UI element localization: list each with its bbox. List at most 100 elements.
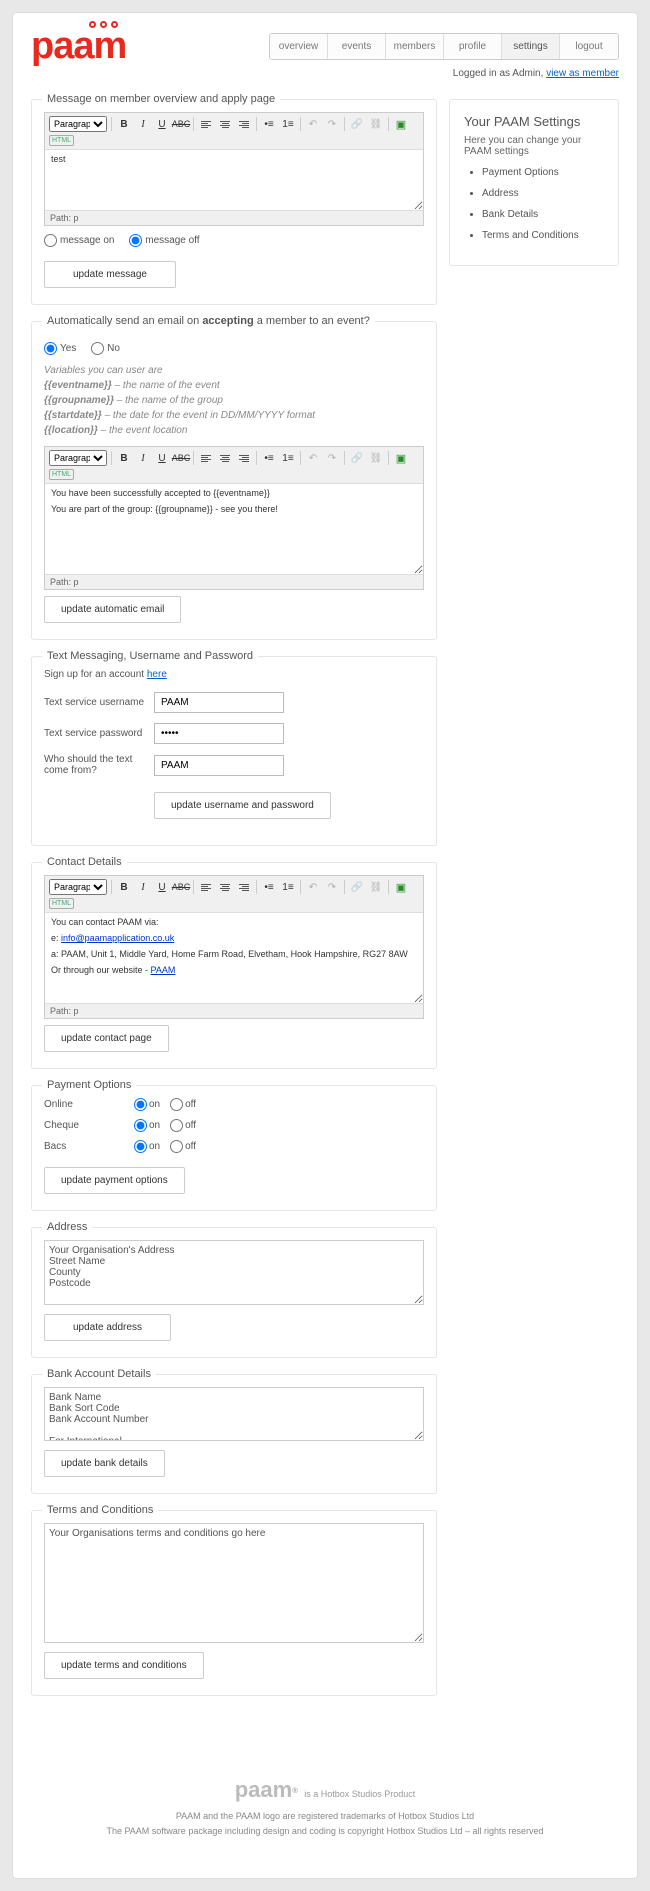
section-payment-options: Payment Options Online on off Cheque on … — [31, 1085, 437, 1211]
online-on-radio[interactable]: on — [134, 1098, 160, 1111]
section-auto-email: Automatically send an email on accepting… — [31, 321, 437, 640]
sidebar-item-bank[interactable]: Bank Details — [482, 209, 604, 220]
italic-icon[interactable]: I — [135, 116, 151, 132]
align-left-icon[interactable] — [198, 116, 214, 132]
text-username-input[interactable] — [154, 692, 284, 713]
bank-textarea[interactable]: Bank Name Bank Sort Code Bank Account Nu… — [44, 1387, 424, 1441]
auto-email-yes-radio[interactable]: Yes — [44, 343, 76, 354]
update-bank-button[interactable]: update bank details — [44, 1450, 165, 1477]
message-on-radio[interactable]: message on — [44, 235, 114, 246]
align-center-icon[interactable] — [217, 116, 233, 132]
underline-icon[interactable]: U — [154, 879, 170, 895]
bold-icon[interactable]: B — [116, 450, 132, 466]
ol-icon[interactable]: 1≡ — [280, 879, 296, 895]
update-contact-button[interactable]: update contact page — [44, 1025, 169, 1052]
editor-body[interactable]: You can contact PAAM via: e: info@paamap… — [45, 913, 423, 1003]
redo-icon[interactable]: ↷ — [324, 116, 340, 132]
editor-body[interactable]: test — [45, 150, 423, 210]
italic-icon[interactable]: I — [135, 879, 151, 895]
section-text-messaging: Text Messaging, Username and Password Si… — [31, 656, 437, 846]
address-textarea[interactable]: Your Organisation's Address Street Name … — [44, 1240, 424, 1305]
sidebar-item-payment[interactable]: Payment Options — [482, 167, 604, 178]
align-center-icon[interactable] — [217, 450, 233, 466]
unlink-icon[interactable]: ⛓ — [368, 879, 384, 895]
online-off-radio[interactable]: off — [170, 1098, 196, 1111]
bold-icon[interactable]: B — [116, 879, 132, 895]
format-select[interactable]: Paragraph — [49, 116, 107, 132]
strike-icon[interactable]: ABC — [173, 450, 189, 466]
sidebar-item-address[interactable]: Address — [482, 188, 604, 199]
undo-icon[interactable]: ↶ — [305, 879, 321, 895]
unlink-icon[interactable]: ⛓ — [368, 450, 384, 466]
underline-icon[interactable]: U — [154, 116, 170, 132]
cheque-off-radio[interactable]: off — [170, 1119, 196, 1132]
update-username-password-button[interactable]: update username and password — [154, 792, 331, 819]
signup-text: Sign up for an account here — [44, 669, 424, 680]
cheque-on-radio[interactable]: on — [134, 1119, 160, 1132]
strike-icon[interactable]: ABC — [173, 116, 189, 132]
terms-textarea[interactable]: Your Organisations terms and conditions … — [44, 1523, 424, 1643]
link-icon[interactable]: 🔗 — [349, 450, 365, 466]
text-from-input[interactable] — [154, 755, 284, 776]
ul-icon[interactable]: •≡ — [261, 879, 277, 895]
sidebar-item-terms[interactable]: Terms and Conditions — [482, 230, 604, 241]
align-left-icon[interactable] — [198, 450, 214, 466]
align-center-icon[interactable] — [217, 879, 233, 895]
html-icon[interactable]: HTML — [49, 898, 74, 909]
undo-icon[interactable]: ↶ — [305, 450, 321, 466]
nav-logout[interactable]: logout — [560, 34, 618, 59]
ol-icon[interactable]: 1≡ — [280, 116, 296, 132]
align-right-icon[interactable] — [236, 879, 252, 895]
logo: paam — [31, 27, 126, 65]
auto-email-no-radio[interactable]: No — [91, 343, 120, 354]
unlink-icon[interactable]: ⛓ — [368, 116, 384, 132]
link-icon[interactable]: 🔗 — [349, 879, 365, 895]
update-message-button[interactable]: update message — [44, 261, 176, 288]
section-address: Address Your Organisation's Address Stre… — [31, 1227, 437, 1358]
legend: Message on member overview and apply pag… — [42, 93, 280, 105]
ul-icon[interactable]: •≡ — [261, 450, 277, 466]
align-right-icon[interactable] — [236, 116, 252, 132]
align-right-icon[interactable] — [236, 450, 252, 466]
format-select[interactable]: Paragraph — [49, 450, 107, 466]
redo-icon[interactable]: ↷ — [324, 879, 340, 895]
bacs-on-radio[interactable]: on — [134, 1140, 160, 1153]
image-icon[interactable]: ▣ — [393, 450, 409, 466]
bold-icon[interactable]: B — [116, 116, 132, 132]
nav-profile[interactable]: profile — [444, 34, 502, 59]
label-password: Text service password — [44, 728, 154, 739]
text-password-input[interactable] — [154, 723, 284, 744]
image-icon[interactable]: ▣ — [393, 116, 409, 132]
nav-settings[interactable]: settings — [502, 34, 560, 59]
message-off-radio[interactable]: message off — [129, 235, 199, 246]
html-icon[interactable]: HTML — [49, 469, 74, 480]
nav-events[interactable]: events — [328, 34, 386, 59]
undo-icon[interactable]: ↶ — [305, 116, 321, 132]
sidebar-desc: Here you can change your PAAM settings — [464, 135, 604, 157]
underline-icon[interactable]: U — [154, 450, 170, 466]
strike-icon[interactable]: ABC — [173, 879, 189, 895]
link-icon[interactable]: 🔗 — [349, 116, 365, 132]
update-payment-button[interactable]: update payment options — [44, 1167, 185, 1194]
nav-overview[interactable]: overview — [270, 34, 328, 59]
editor-body[interactable]: You have been successfully accepted to {… — [45, 484, 423, 574]
italic-icon[interactable]: I — [135, 450, 151, 466]
nav-members[interactable]: members — [386, 34, 444, 59]
login-info: Logged in as Admin, view as member — [269, 68, 619, 79]
update-address-button[interactable]: update address — [44, 1314, 171, 1341]
html-icon[interactable]: HTML — [49, 135, 74, 146]
format-select[interactable]: Paragraph — [49, 879, 107, 895]
bacs-off-radio[interactable]: off — [170, 1140, 196, 1153]
align-left-icon[interactable] — [198, 879, 214, 895]
editor-path: Path: p — [45, 210, 423, 225]
update-auto-email-button[interactable]: update automatic email — [44, 596, 181, 623]
view-as-member-link[interactable]: view as member — [546, 68, 619, 79]
ul-icon[interactable]: •≡ — [261, 116, 277, 132]
ol-icon[interactable]: 1≡ — [280, 450, 296, 466]
redo-icon[interactable]: ↷ — [324, 450, 340, 466]
legend: Bank Account Details — [42, 1368, 156, 1380]
image-icon[interactable]: ▣ — [393, 879, 409, 895]
update-terms-button[interactable]: update terms and conditions — [44, 1652, 204, 1679]
section-bank-details: Bank Account Details Bank Name Bank Sort… — [31, 1374, 437, 1494]
signup-link[interactable]: here — [147, 669, 167, 680]
